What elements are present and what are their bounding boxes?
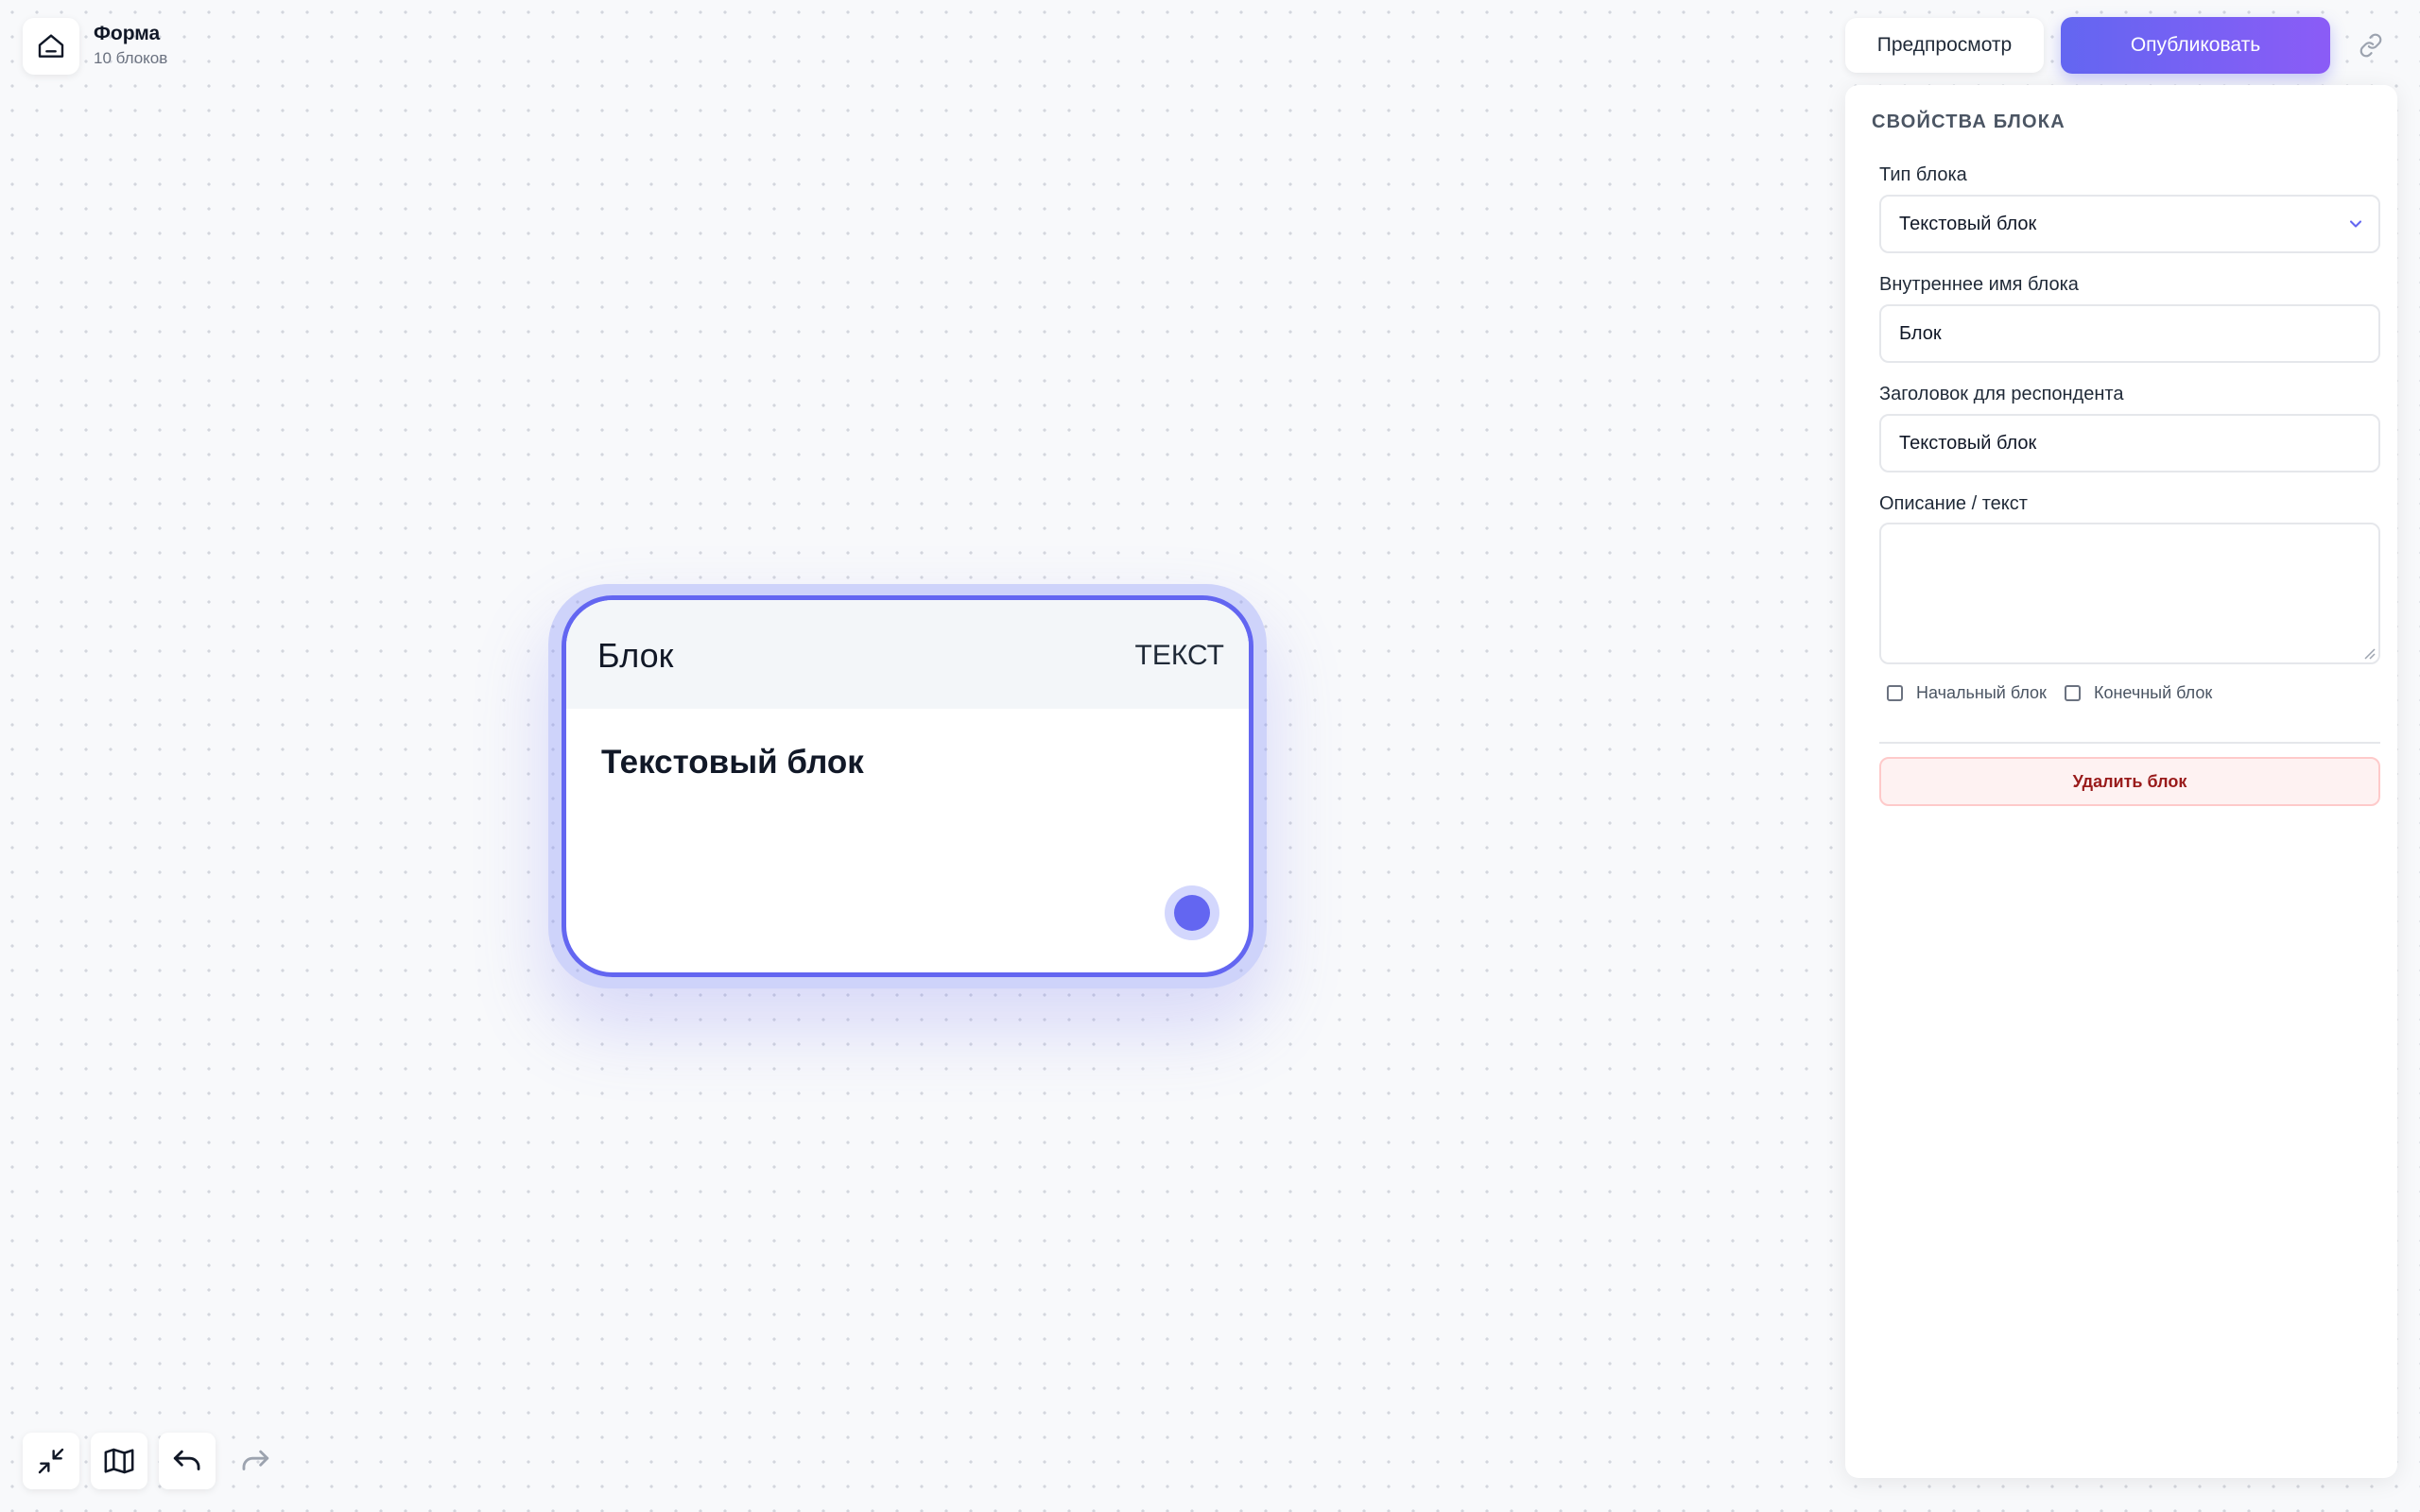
form-title: Форма xyxy=(94,23,161,44)
internal-name-label: Внутреннее имя блока xyxy=(1879,274,2079,295)
block-count: 10 блоков xyxy=(94,49,168,67)
redo-icon xyxy=(242,1450,269,1470)
description-textarea[interactable] xyxy=(1879,523,2380,664)
minimap-button[interactable] xyxy=(91,1433,147,1489)
block-type-select[interactable]: Текстовый блок xyxy=(1879,195,2380,253)
collapse-icon xyxy=(38,1448,64,1474)
node-type-badge: ТЕКСТ xyxy=(1134,640,1224,671)
resize-grip-icon[interactable] xyxy=(2362,646,2376,660)
preview-button[interactable]: Предпросмотр xyxy=(1845,18,2044,73)
start-block-option[interactable]: Начальный блок xyxy=(1887,683,2047,703)
canvas-block-node[interactable]: Блок ТЕКСТ Текстовый блок xyxy=(562,595,1253,977)
home-button[interactable] xyxy=(23,18,79,75)
node-name: Блок xyxy=(597,636,674,675)
home-icon xyxy=(38,34,64,58)
block-type-label: Тип блока xyxy=(1879,164,1967,185)
link-icon xyxy=(2360,33,2382,58)
publish-button[interactable]: Опубликовать xyxy=(2061,17,2330,74)
chevron-down-icon xyxy=(2349,220,2362,228)
map-icon xyxy=(104,1448,134,1474)
end-block-label: Конечный блок xyxy=(2094,683,2213,702)
start-block-checkbox[interactable] xyxy=(1887,685,1903,701)
redo-button[interactable] xyxy=(227,1433,284,1489)
undo-icon xyxy=(173,1450,200,1470)
end-block-option[interactable]: Конечный блок xyxy=(2065,683,2212,703)
node-heading: Текстовый блок xyxy=(601,744,864,781)
respondent-title-input[interactable]: Текстовый блок xyxy=(1879,414,2380,472)
output-port-dot xyxy=(1174,895,1210,931)
internal-name-value: Блок xyxy=(1899,322,1942,344)
respondent-title-value: Текстовый блок xyxy=(1899,432,2037,454)
panel-divider xyxy=(1879,742,2380,744)
respondent-title-label: Заголовок для респондента xyxy=(1879,384,2124,404)
undo-button[interactable] xyxy=(159,1433,216,1489)
collapse-button[interactable] xyxy=(23,1433,79,1489)
block-properties-panel: СВОЙСТВА БЛОКА Тип блока Текстовый блок … xyxy=(1845,85,2397,1478)
node-output-port[interactable] xyxy=(1165,885,1219,940)
end-block-checkbox[interactable] xyxy=(2065,685,2081,701)
internal-name-input[interactable]: Блок xyxy=(1879,304,2380,363)
block-type-value: Текстовый блок xyxy=(1899,213,2037,234)
delete-block-button[interactable]: Удалить блок xyxy=(1879,757,2380,806)
panel-heading: СВОЙСТВА БЛОКА xyxy=(1872,112,2066,132)
start-block-label: Начальный блок xyxy=(1916,683,2047,702)
description-label: Описание / текст xyxy=(1879,493,2028,514)
copy-link-button[interactable] xyxy=(2354,28,2388,62)
